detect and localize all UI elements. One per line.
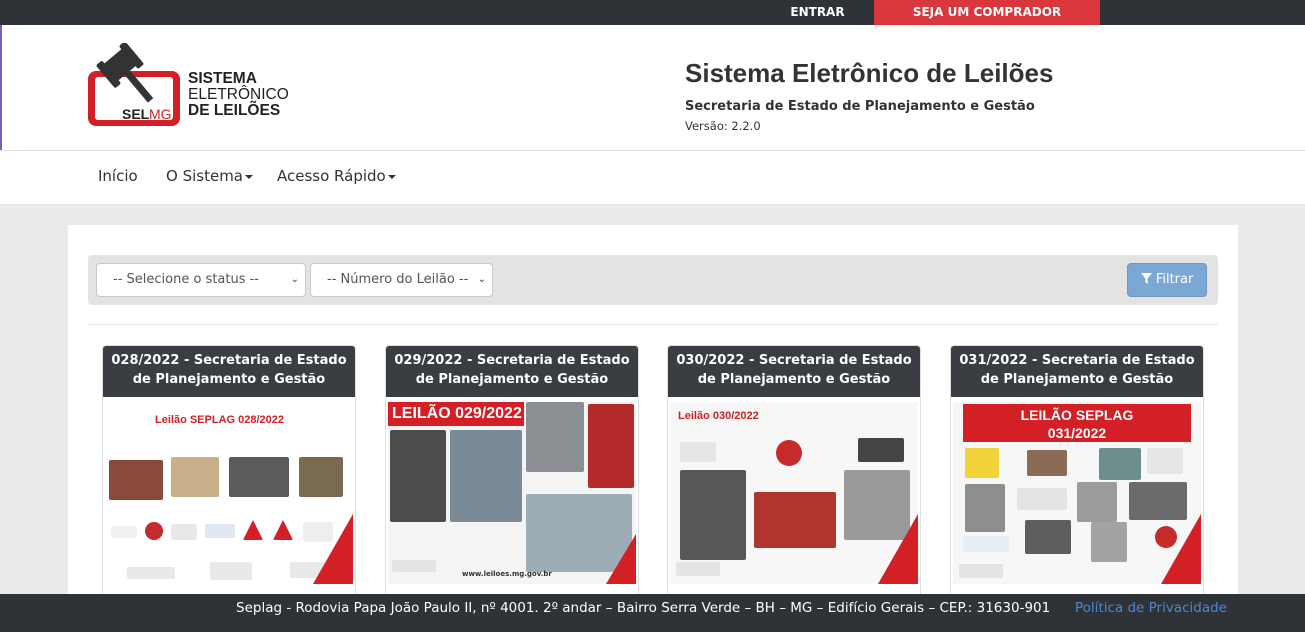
agency-logo [145, 522, 163, 540]
caret-down-icon [387, 174, 396, 179]
auction-card-title[interactable]: 028/2022 - Secretaria de Estado de Plane… [103, 346, 355, 397]
nav-item-label: Acesso Rápido [277, 167, 386, 185]
equipment-photo [1025, 520, 1071, 554]
minas-gerais-logo [676, 562, 720, 576]
poster-title-line-1: LEILÃO SEPLAG [1020, 407, 1134, 423]
policia-civil-logo [858, 438, 904, 462]
logo-badge-mg: MG [149, 106, 172, 122]
vehicle-photo [109, 460, 163, 500]
filter-bar: -- Selecione o status -- ⌄ -- Número do … [88, 255, 1218, 305]
vehicle-photo [754, 492, 836, 548]
auction-card-030[interactable]: 030/2022 - Secretaria de Estado de Plane… [667, 345, 921, 615]
vehicle-photo [390, 430, 446, 522]
caret-down-icon [245, 174, 253, 179]
poster-title: Leilão SEPLAG 028/2022 [155, 414, 285, 426]
page-title: Sistema Eletrônico de Leilões [685, 58, 1054, 88]
equipment-photo [1091, 522, 1127, 562]
der-mg-logo [965, 448, 999, 478]
logo-badge-sel: SEL [122, 106, 150, 122]
logo-line-2: ELETRÔNICO [188, 86, 289, 103]
auction-poster-image[interactable]: Leilão 030/2022 [670, 402, 918, 584]
logo-wordmark: SISTEMA ELETRÔNICO DE LEILÕES [188, 71, 289, 119]
filter-button-label: Filtrar [1155, 272, 1194, 287]
site-footer: Seplag - Rodovia Papa João Paulo II, nº … [0, 594, 1305, 632]
red-corner-decoration [878, 514, 918, 584]
poster-title: Leilão 030/2022 [678, 410, 759, 422]
selmg-logo[interactable]: SEL MG SISTEMA ELETRÔNICO DE LEILÕES [84, 43, 304, 133]
gavel-tablet-icon: SEL MG [88, 43, 180, 126]
agency-logo [171, 524, 197, 540]
poster-website: www.leiloes.mg.gov.br [462, 570, 552, 578]
funnel-icon [1140, 273, 1152, 284]
policia-militar-logo [680, 442, 716, 462]
selmg-small-logo [210, 562, 252, 580]
nav-item-label: O Sistema [166, 167, 243, 185]
minas-gerais-logo [392, 560, 436, 572]
login-link[interactable]: ENTRAR [765, 0, 870, 25]
divider [88, 324, 1218, 325]
agency-logo [243, 520, 263, 540]
chevron-down-icon: ⌄ [477, 274, 486, 285]
auction-card-031[interactable]: 031/2022 - Secretaria de Estado de Plane… [950, 345, 1204, 615]
vehicle-photo [680, 470, 746, 560]
policia-militar-logo [1147, 448, 1183, 474]
governo-minas-logo [1017, 488, 1067, 510]
equipment-photo [1077, 482, 1117, 522]
minas-gerais-logo [127, 567, 175, 579]
status-select[interactable]: -- Selecione o status -- ⌄ [96, 263, 306, 297]
status-select-value: -- Selecione o status -- [113, 272, 260, 287]
agency-logo [273, 520, 293, 540]
page-subtitle: Secretaria de Estado de Planejamento e G… [685, 99, 1035, 114]
version-label: Versão: 2.2.0 [685, 119, 761, 133]
red-corner-decoration [1161, 514, 1201, 584]
auction-card-title[interactable]: 029/2022 - Secretaria de Estado de Plane… [386, 346, 638, 397]
auction-number-select-value: -- Número do Leilão -- [327, 272, 469, 287]
auction-card-title[interactable]: 030/2022 - Secretaria de Estado de Plane… [668, 346, 920, 397]
auction-card-029[interactable]: 029/2022 - Secretaria de Estado de Plane… [385, 345, 639, 615]
site-header: SEL MG SISTEMA ELETRÔNICO DE LEILÕES Sis… [0, 25, 1305, 150]
poster-title-box: LEILÃO SEPLAG 031/2022 [963, 404, 1191, 442]
logo-line-1: SISTEMA [188, 70, 257, 87]
agency-logo [205, 524, 235, 538]
minas-gerais-logo [959, 564, 1003, 578]
vehicle-photo [171, 457, 219, 497]
logo-line-3: DE LEILÕES [188, 102, 281, 119]
main-nav: Início O Sistema Acesso Rápido [0, 150, 1305, 205]
agency-logo [111, 526, 137, 538]
nav-item-label: Início [98, 167, 138, 185]
nav-item-acesso-rapido[interactable]: Acesso Rápido [277, 151, 396, 203]
nav-item-o-sistema[interactable]: O Sistema [166, 151, 253, 203]
auction-card-028[interactable]: 028/2022 - Secretaria de Estado de Plane… [102, 345, 356, 615]
vehicle-photo [588, 404, 634, 488]
become-buyer-button[interactable]: SEJA UM COMPRADOR [874, 0, 1100, 25]
poster-title-line-2: 031/2022 [1047, 425, 1107, 441]
equipment-photo [965, 484, 1005, 532]
vehicle-photo [229, 457, 289, 497]
agency-seal [776, 440, 802, 466]
vehicle-photo [450, 430, 522, 522]
red-corner-decoration [606, 534, 636, 584]
chevron-down-icon: ⌄ [290, 274, 299, 285]
red-corner-decoration [313, 514, 353, 584]
auction-poster-image[interactable]: LEILÃO 029/2022 www.leiloes.mg.gov.br [388, 402, 636, 584]
vehicle-photo [526, 402, 584, 472]
footer-address: Seplag - Rodovia Papa João Paulo II, nº … [236, 600, 1051, 616]
auction-poster-image[interactable]: LEILÃO SEPLAG 031/2022 [953, 402, 1201, 584]
auction-panel: -- Selecione o status -- ⌄ -- Número do … [68, 225, 1238, 615]
equipment-photo [1099, 448, 1141, 480]
filter-button[interactable]: Filtrar [1127, 263, 1207, 297]
auction-card-title[interactable]: 031/2022 - Secretaria de Estado de Plane… [951, 346, 1203, 397]
nav-item-inicio[interactable]: Início [98, 151, 138, 203]
auction-number-select[interactable]: -- Número do Leilão -- ⌄ [310, 263, 493, 297]
privacy-policy-link[interactable]: Política de Privacidade [1075, 594, 1227, 622]
poster-title: LEILÃO 029/2022 [388, 402, 524, 426]
vehicle-photo [299, 457, 343, 497]
fhemig-logo [963, 536, 1009, 552]
auction-poster-image[interactable]: Leilão SEPLAG 028/2022 [105, 402, 353, 584]
equipment-photo [1027, 450, 1067, 476]
top-bar: ENTRAR SEJA UM COMPRADOR [0, 0, 1305, 25]
